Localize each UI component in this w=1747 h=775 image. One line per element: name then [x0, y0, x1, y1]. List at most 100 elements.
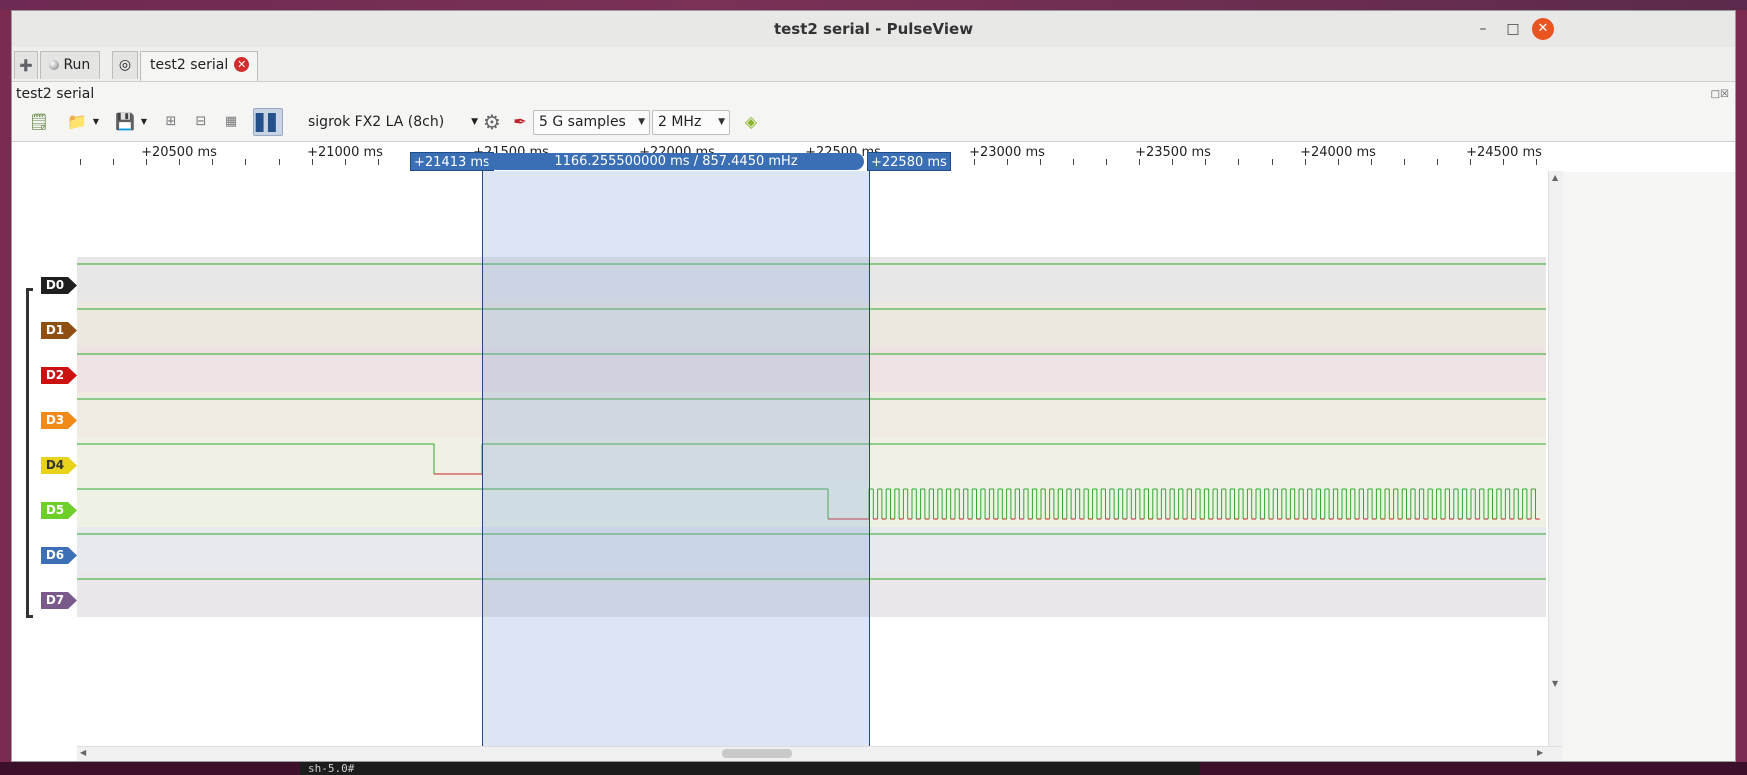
chevron-down-icon: ▼ — [471, 117, 478, 127]
desktop-background — [0, 0, 1747, 10]
run-label: Run — [63, 57, 91, 73]
cursor-b-flag[interactable]: +22580 ms — [867, 152, 951, 171]
zoom-fit-icon: ▦ — [224, 114, 238, 129]
ruler-tick — [1106, 159, 1107, 165]
close-tab-icon[interactable]: ✕ — [234, 57, 250, 72]
cursors-icon: ▋▋ — [255, 113, 281, 132]
ruler-tick — [1503, 159, 1504, 165]
ruler-tick — [378, 159, 379, 165]
new-view-button[interactable]: 🗒 — [26, 108, 52, 136]
ruler-tick — [1437, 159, 1438, 165]
tick-label: +24000 ms — [1300, 145, 1376, 160]
device-selector[interactable]: sigrok FX2 LA (8ch) ▼ — [308, 110, 478, 135]
tick-label: +23500 ms — [1135, 145, 1211, 160]
ruler-tick — [1536, 159, 1537, 165]
ruler-tick — [179, 159, 180, 165]
channel-group-bracket — [26, 288, 33, 618]
ruler-tick — [1272, 159, 1273, 165]
scroll-thumb[interactable] — [722, 749, 792, 758]
tab-label: test2 serial — [150, 57, 229, 73]
tick-label: +23000 ms — [969, 145, 1045, 160]
ruler-tick — [1470, 159, 1471, 165]
scroll-up-icon[interactable]: ▲ — [1552, 173, 1558, 182]
ruler-tick — [1172, 159, 1173, 165]
scroll-right-icon[interactable]: ▶ — [1537, 748, 1543, 757]
new-view-icon: 🗒 — [28, 112, 50, 131]
maximize-button[interactable]: □ — [1502, 18, 1524, 40]
cursor-selection-region[interactable] — [482, 171, 870, 746]
main-toolbar: 🗒 📁 ▼ 💾 ▼ ⊞ ⊟ ▦ ▋▋ sigrok FX2 LA (8ch) ▼… — [12, 104, 1735, 140]
zoom-out-button[interactable]: ⊟ — [190, 108, 212, 136]
close-window-button[interactable]: ✕ — [1532, 18, 1554, 40]
scroll-down-icon[interactable]: ▼ — [1552, 679, 1558, 688]
add-decoder-button[interactable]: ◈ — [736, 108, 766, 136]
chevron-down-icon: ▼ — [718, 117, 725, 127]
cursors-toggle-button[interactable]: ▋▋ — [253, 108, 283, 136]
ruler-tick — [146, 159, 147, 165]
save-file-button[interactable]: 💾 ▼ — [112, 108, 152, 136]
ruler-tick — [1007, 159, 1008, 165]
samplerate-value: 2 MHz — [658, 114, 702, 130]
save-icon: 💾 — [115, 112, 135, 131]
open-file-button[interactable]: 📁 ▼ — [64, 108, 104, 136]
ruler-tick — [279, 159, 280, 165]
vertical-scrollbar[interactable]: ▲ ▼ — [1548, 171, 1563, 746]
tab-test2-serial[interactable]: test2 serial ✕ — [140, 51, 258, 81]
title-bar: test2 serial - PulseView – □ ✕ — [12, 11, 1735, 48]
tick-label: +24500 ms — [1466, 145, 1542, 160]
ruler-tick — [312, 159, 313, 165]
device-config-button[interactable]: ⚙ — [480, 108, 504, 136]
ruler-tick — [1238, 159, 1239, 165]
ruler-tick — [1371, 159, 1372, 165]
minimize-button[interactable]: – — [1472, 18, 1494, 40]
device-name: sigrok FX2 LA (8ch) — [308, 114, 445, 130]
folder-icon: 📁 — [67, 112, 87, 131]
zoom-fit-button[interactable]: ▦ — [220, 108, 242, 136]
new-session-tab[interactable]: ➕ — [14, 51, 38, 79]
zoom-in-button[interactable]: ⊞ — [160, 108, 182, 136]
gear-icon: ⚙ — [483, 110, 501, 134]
ruler-tick — [1338, 159, 1339, 165]
ruler-tick — [1073, 159, 1074, 165]
trace-view[interactable] — [12, 171, 1548, 746]
cursor-a-flag[interactable]: +21413 ms — [410, 152, 494, 171]
ruler-tick — [1040, 159, 1041, 165]
tab-bar: ➕ Run ◎ test2 serial ✕ — [12, 47, 1735, 82]
ruler-tick — [345, 159, 346, 165]
horizontal-scrollbar[interactable]: ◀ ▶ — [77, 746, 1562, 761]
terminal-prompt: sh-5.0# — [300, 762, 1200, 775]
tick-label: +20500 ms — [141, 145, 217, 160]
pulseview-window: test2 serial - PulseView – □ ✕ ➕ Run ◎ t… — [11, 10, 1736, 762]
cursor-measurement[interactable]: 1166.255500000 ms / 857.4450 mHz — [488, 153, 864, 170]
tick-label: +21000 ms — [307, 145, 383, 160]
sample-count-select[interactable]: 5 G samples ▼ — [533, 110, 650, 135]
run-indicator-icon — [49, 60, 59, 70]
chevron-down-icon: ▼ — [92, 117, 100, 126]
scroll-left-icon[interactable]: ◀ — [80, 748, 86, 757]
samplerate-select[interactable]: 2 MHz ▼ — [652, 110, 730, 135]
time-ruler[interactable]: +20500 ms +21000 ms +21500 ms +22000 ms … — [12, 141, 1735, 172]
ruler-tick — [1139, 159, 1140, 165]
ruler-tick — [113, 159, 114, 165]
chevron-down-icon: ▼ — [140, 117, 148, 126]
probe-icon: ✒ — [513, 112, 527, 131]
ruler-tick — [1404, 159, 1405, 165]
ruler-tick — [212, 159, 213, 165]
ruler-tick — [1305, 159, 1306, 165]
chevron-down-icon: ▼ — [638, 117, 645, 127]
ruler-tick — [80, 159, 81, 165]
dock-controls[interactable]: □☒ — [1711, 89, 1729, 100]
zoom-out-icon: ⊟ — [195, 114, 207, 129]
ruler-tick — [1205, 159, 1206, 165]
probe-config-button[interactable]: ✒ — [508, 108, 532, 136]
session-title: test2 serial — [16, 86, 95, 102]
sample-count-value: 5 G samples — [539, 114, 626, 130]
ruler-tick — [245, 159, 246, 165]
target-icon: ◎ — [118, 57, 132, 73]
decoder-icon: ◈ — [744, 112, 758, 131]
run-tab[interactable]: Run — [40, 51, 100, 79]
zoom-in-icon: ⊞ — [165, 114, 177, 129]
settings-tab[interactable]: ◎ — [112, 51, 138, 79]
ruler-tick — [974, 159, 975, 165]
add-session-icon: ➕ — [19, 59, 33, 72]
